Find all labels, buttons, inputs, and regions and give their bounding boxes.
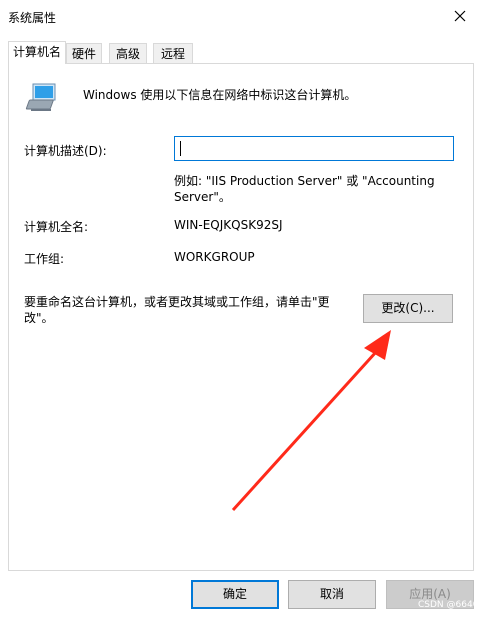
description-hint: 例如: "IIS Production Server" 或 "Accountin… [174, 174, 435, 204]
workgroup-value: WORKGROUP [174, 250, 255, 264]
tab-advanced[interactable]: 高级 [109, 43, 147, 63]
ok-button[interactable]: 确定 [191, 580, 279, 609]
window-title: 系统属性 [8, 11, 57, 25]
watermark: CSDN @6640 [418, 600, 479, 610]
change-button[interactable]: 更改(C)... [363, 294, 453, 323]
description-label: 计算机描述(D): [24, 144, 107, 158]
close-icon [454, 10, 466, 22]
text-caret [180, 141, 181, 156]
tab-panel-computer-name: Windows 使用以下信息在网络中标识这台计算机。 计算机描述(D): 例如:… [8, 63, 474, 571]
computer-icon [25, 83, 56, 111]
tab-remote[interactable]: 远程 [153, 43, 193, 63]
close-button[interactable] [437, 0, 483, 32]
description-input[interactable] [174, 136, 454, 161]
full-name-value: WIN-EQJKQSK92SJ [174, 218, 283, 232]
workgroup-label: 工作组: [24, 252, 65, 266]
cancel-button[interactable]: 取消 [288, 580, 376, 609]
rename-instructions: 要重命名这台计算机，或者更改其域或工作组，请单击"更改"。 [24, 295, 330, 325]
tab-hardware[interactable]: 硬件 [66, 43, 102, 63]
full-name-label: 计算机全名: [24, 220, 89, 234]
tab-computer-name[interactable]: 计算机名 [8, 41, 66, 64]
intro-text: Windows 使用以下信息在网络中标识这台计算机。 [83, 88, 357, 102]
title-bar: 系统属性 [0, 0, 483, 32]
